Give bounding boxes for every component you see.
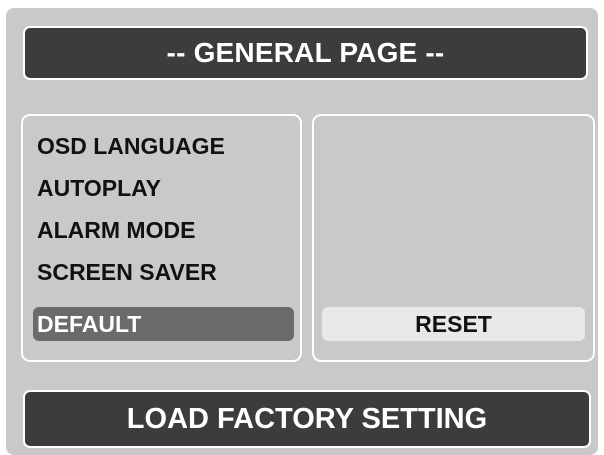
options-panel: RESET bbox=[312, 114, 595, 362]
description-text: LOAD FACTORY SETTING bbox=[126, 402, 488, 435]
menu-item-screen-saver[interactable]: SCREEN SAVER bbox=[33, 255, 294, 289]
description-bar: LOAD FACTORY SETTING bbox=[23, 390, 591, 448]
osd-screen: -- GENERAL PAGE -- OSD LANGUAGE AUTOPLAY… bbox=[6, 8, 598, 455]
page-title-text: -- GENERAL PAGE -- bbox=[166, 37, 445, 68]
reset-option[interactable]: RESET bbox=[322, 307, 585, 341]
menu-item-default[interactable]: DEFAULT bbox=[33, 307, 294, 341]
page-title: -- GENERAL PAGE -- bbox=[23, 26, 588, 80]
menu-panel: OSD LANGUAGE AUTOPLAY ALARM MODE SCREEN … bbox=[21, 114, 302, 362]
menu-item-osd-language[interactable]: OSD LANGUAGE bbox=[33, 129, 294, 163]
menu-item-autoplay[interactable]: AUTOPLAY bbox=[33, 171, 294, 205]
menu-item-alarm-mode[interactable]: ALARM MODE bbox=[33, 213, 294, 247]
